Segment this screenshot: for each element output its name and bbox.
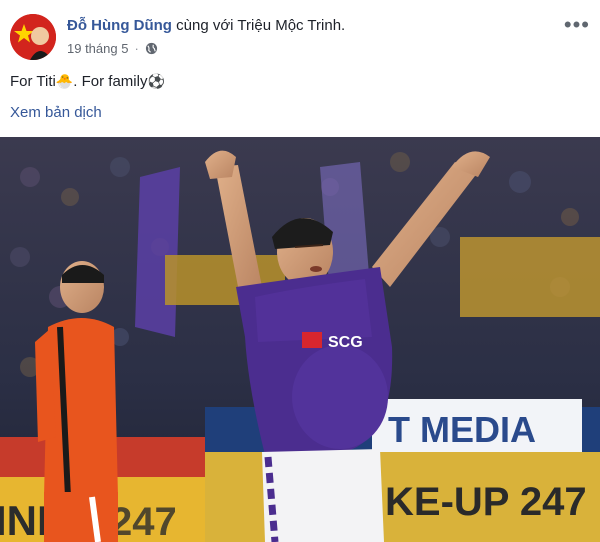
- post-message: For Titi🐣. For family⚽: [10, 73, 165, 90]
- meta-separator: ·: [134, 41, 139, 56]
- banner-text-wakeup: KE-UP 247: [385, 480, 587, 524]
- chick-emoji-icon: 🐣: [55, 74, 74, 90]
- author-avatar[interactable]: [10, 14, 56, 60]
- post-header: Đỗ Hùng Dũng cùng với Triệu Mộc Trinh. 1…: [0, 0, 600, 66]
- author-name-link[interactable]: Đỗ Hùng Dũng: [67, 17, 172, 34]
- jersey-sponsor-text: SCG: [328, 334, 363, 351]
- post-meta: 19 tháng 5 ·: [67, 41, 158, 56]
- post-text-part2: . For family: [73, 73, 148, 90]
- globe-icon[interactable]: [145, 42, 158, 55]
- banner-text-left: 247: [110, 500, 177, 542]
- post-date-link[interactable]: 19 tháng 5: [67, 41, 128, 56]
- post-photo[interactable]: INE 247 T MEDIA KE-UP 247 SCG: [0, 137, 600, 542]
- more-options-icon[interactable]: •••: [564, 12, 590, 38]
- tagged-with-text: cùng với Triệu Mộc Trinh.: [176, 17, 346, 34]
- post-text-part1: For Titi: [10, 73, 56, 90]
- author-line: Đỗ Hùng Dũng cùng với Triệu Mộc Trinh.: [67, 17, 345, 34]
- banner-text-media: T MEDIA: [388, 409, 536, 450]
- soccer-ball-emoji-icon: ⚽: [147, 74, 165, 90]
- see-translation-link[interactable]: Xem bản dịch: [10, 104, 102, 121]
